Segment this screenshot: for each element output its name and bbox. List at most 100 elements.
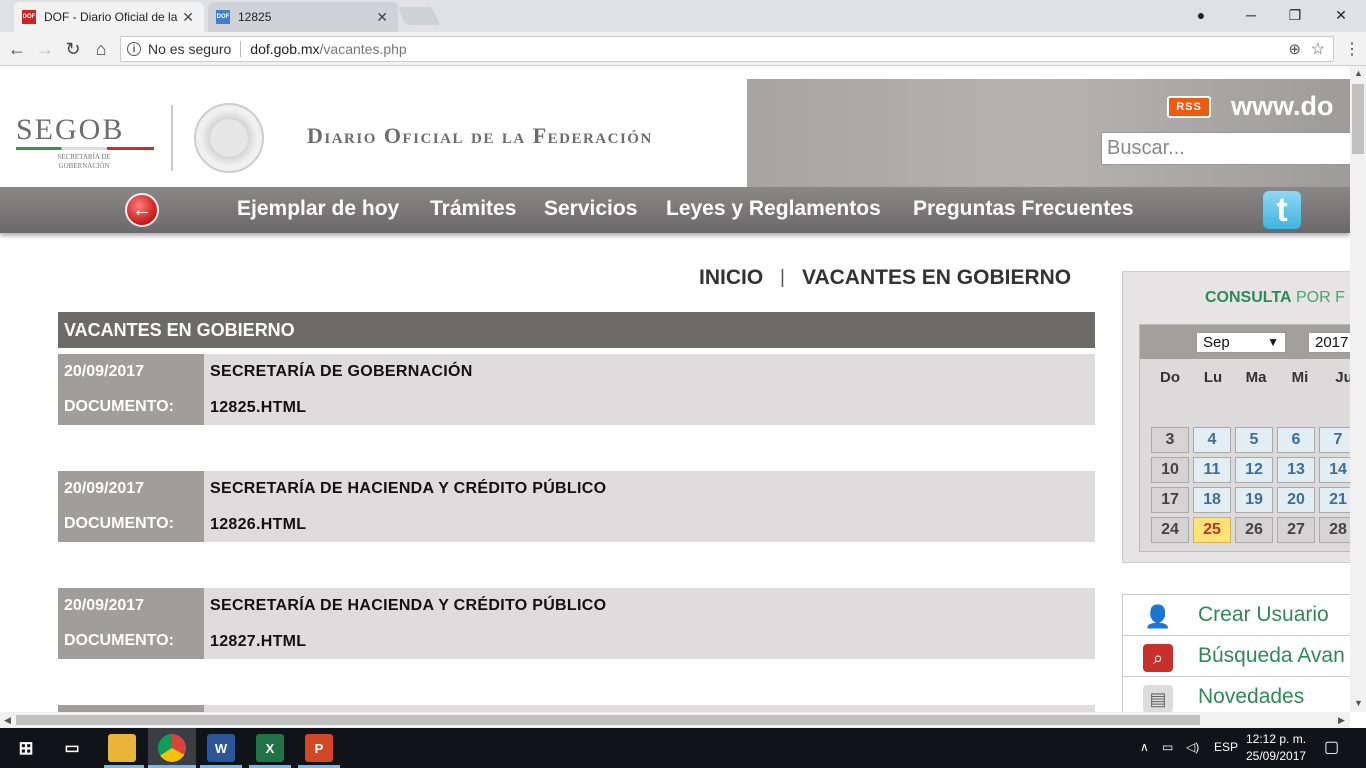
word-icon[interactable]: W [207, 734, 235, 762]
site-url-text: www.do [1231, 91, 1334, 121]
list-item[interactable]: 20/09/2017 DOCUMENTO: SECRETARÍA DE GOBE… [58, 354, 1095, 425]
volume-icon[interactable]: ◁) [1186, 740, 1199, 754]
consulta-bold: CONSULTA [1205, 289, 1292, 306]
item-agency: SECRETARÍA DE GOBERNACIÓN [210, 363, 473, 380]
dof-favicon-icon: DOF [22, 10, 36, 24]
link-crear-usuario[interactable]: 👤 Crear Usuario [1123, 595, 1350, 636]
dow-label: Do [1160, 369, 1180, 386]
calendar-day[interactable]: 6 [1277, 427, 1315, 453]
calendar-day[interactable]: 13 [1277, 457, 1315, 483]
back-arrow-icon[interactable]: ← [125, 193, 159, 227]
restore-button[interactable]: ❐ [1272, 0, 1318, 30]
item-date: 20/09/2017 [64, 363, 145, 380]
item-document-link[interactable]: 12827.HTML [210, 633, 306, 651]
search-input[interactable]: Buscar... [1101, 132, 1350, 165]
year-select[interactable]: 2017 [1308, 332, 1350, 353]
link-novedades[interactable]: ▤ Novedades [1123, 677, 1350, 712]
reload-icon[interactable]: ↻ [62, 38, 84, 60]
excel-icon[interactable]: X [256, 734, 284, 762]
address-bar[interactable]: i No es seguro dof.gob.mx/vacantes.php ⊕… [120, 36, 1334, 62]
calendar-day[interactable]: 19 [1235, 487, 1273, 513]
calendar-header: Sep ▼ 2017 [1140, 325, 1350, 359]
bookmark-star-icon[interactable]: ☆ [1311, 39, 1325, 59]
info-icon[interactable]: i [127, 42, 141, 56]
calendar-day: 10 [1151, 457, 1189, 483]
minimize-button[interactable]: ─ [1228, 0, 1274, 30]
file-explorer-icon[interactable] [108, 734, 136, 762]
zoom-icon[interactable]: ⊕ [1288, 40, 1301, 58]
nav-ejemplar[interactable]: Ejemplar de hoy [237, 197, 399, 221]
logo-stripe [16, 147, 154, 150]
calendar: Sep ▼ 2017 Do Lu Ma Mi Ju 3 4 5 6 7 10 11… [1139, 324, 1350, 552]
close-tab-icon[interactable]: ✕ [376, 9, 388, 26]
windows-start-icon[interactable]: ⊞ [12, 734, 40, 762]
calendar-day[interactable]: 18 [1193, 487, 1231, 513]
calendar-day[interactable]: 7 [1319, 427, 1350, 453]
list-item[interactable]: 20/09/2017 DOCUMENTO: SECRETARÍA DE HACI… [58, 588, 1095, 659]
calendar-day: 28 [1319, 517, 1350, 543]
close-tab-icon[interactable]: ✕ [182, 9, 194, 26]
date-query-panel: CONSULTA POR F Sep ▼ 2017 Do Lu Ma Mi Ju … [1122, 271, 1350, 563]
scroll-left-icon[interactable]: ◀ [4, 715, 11, 726]
calendar-day[interactable]: 5 [1235, 427, 1273, 453]
page-viewport: SEGOB SECRETARÍA DE GOBERNACIÓN Diario O… [0, 66, 1350, 712]
calendar-day: 26 [1235, 517, 1273, 543]
chrome-icon[interactable] [158, 734, 186, 762]
link-label: Crear Usuario [1198, 603, 1329, 626]
browser-toolbar: ← → ↻ ⌂ i No es seguro dof.gob.mx/vacant… [0, 32, 1366, 66]
dow-label: Mi [1291, 369, 1309, 386]
scroll-up-icon[interactable]: ▲ [1354, 68, 1363, 78]
link-busqueda[interactable]: ⌕ Búsqueda Avan [1123, 636, 1350, 677]
notifications-icon[interactable]: ▢ [1324, 737, 1339, 757]
powerpoint-icon[interactable]: P [305, 734, 333, 762]
list-item[interactable]: 20/09/2017 DOCUMENTO: SECRETARÍA DE HACI… [58, 471, 1095, 542]
chevron-down-icon: ▼ [1267, 335, 1279, 349]
new-tab-button[interactable] [397, 7, 441, 25]
item-document-link[interactable]: 12826.HTML [210, 516, 306, 534]
profile-icon[interactable]: ● [1178, 0, 1224, 30]
nav-servicios[interactable]: Servicios [544, 197, 637, 221]
windows-taskbar: ⊞ ▭ W X P ∧ ▭ ◁) ESP 12:12 p. m. 25/09/2… [0, 728, 1366, 768]
home-icon[interactable]: ⌂ [90, 38, 112, 60]
month-value: Sep [1203, 334, 1230, 351]
scroll-thumb[interactable] [1352, 84, 1364, 154]
scroll-down-icon[interactable]: ▼ [1354, 698, 1363, 708]
clock-date: 25/09/2017 [1246, 749, 1307, 763]
month-select[interactable]: Sep ▼ [1196, 332, 1286, 353]
calendar-day-today[interactable]: 25 [1193, 517, 1231, 543]
back-icon[interactable]: ← [6, 38, 28, 60]
calendar-day[interactable]: 14 [1319, 457, 1350, 483]
quick-links: 👤 Crear Usuario ⌕ Búsqueda Avan ▤ Noveda… [1122, 594, 1350, 712]
nav-preguntas[interactable]: Preguntas Frecuentes [913, 197, 1134, 221]
scroll-right-icon[interactable]: ▶ [1338, 715, 1345, 726]
calendar-day[interactable]: 21 [1319, 487, 1350, 513]
task-view-icon[interactable]: ▭ [58, 734, 86, 762]
calendar-day[interactable]: 11 [1193, 457, 1231, 483]
segob-logo[interactable]: SEGOB [16, 113, 124, 147]
list-item[interactable] [58, 705, 1095, 712]
calendar-day[interactable]: 4 [1193, 427, 1231, 453]
breadcrumb-home[interactable]: INICIO [699, 266, 763, 290]
rss-button[interactable]: RSS [1167, 96, 1211, 118]
nav-tramites[interactable]: Trámites [430, 197, 516, 221]
tab-12825[interactable]: DOF 12825 ✕ [208, 2, 398, 32]
calendar-day[interactable]: 20 [1277, 487, 1315, 513]
tab-title: 12825 [238, 10, 272, 24]
nav-leyes[interactable]: Leyes y Reglamentos [666, 197, 881, 221]
calendar-day[interactable]: 12 [1235, 457, 1273, 483]
menu-icon[interactable]: ⋮ [1344, 39, 1360, 59]
tray-chevron-icon[interactable]: ∧ [1140, 740, 1149, 754]
language-indicator[interactable]: ESP [1214, 740, 1238, 754]
clock[interactable]: 12:12 p. m. 25/09/2017 [1246, 731, 1306, 765]
calendar-day: 24 [1151, 517, 1189, 543]
scroll-thumb[interactable] [16, 715, 1200, 725]
vertical-scrollbar[interactable]: ▲ ▼ [1350, 66, 1366, 712]
twitter-icon[interactable]: t [1263, 191, 1301, 229]
horizontal-scrollbar[interactable]: ◀ ▶ [0, 712, 1350, 728]
site-header: SEGOB SECRETARÍA DE GOBERNACIÓN Diario O… [0, 79, 1350, 187]
close-window-button[interactable]: ✕ [1318, 0, 1364, 30]
tab-dof[interactable]: DOF DOF - Diario Oficial de la ✕ [14, 2, 204, 32]
item-document-link[interactable]: 12825.HTML [210, 399, 306, 417]
network-icon[interactable]: ▭ [1162, 740, 1173, 754]
forward-icon[interactable]: → [34, 38, 56, 60]
